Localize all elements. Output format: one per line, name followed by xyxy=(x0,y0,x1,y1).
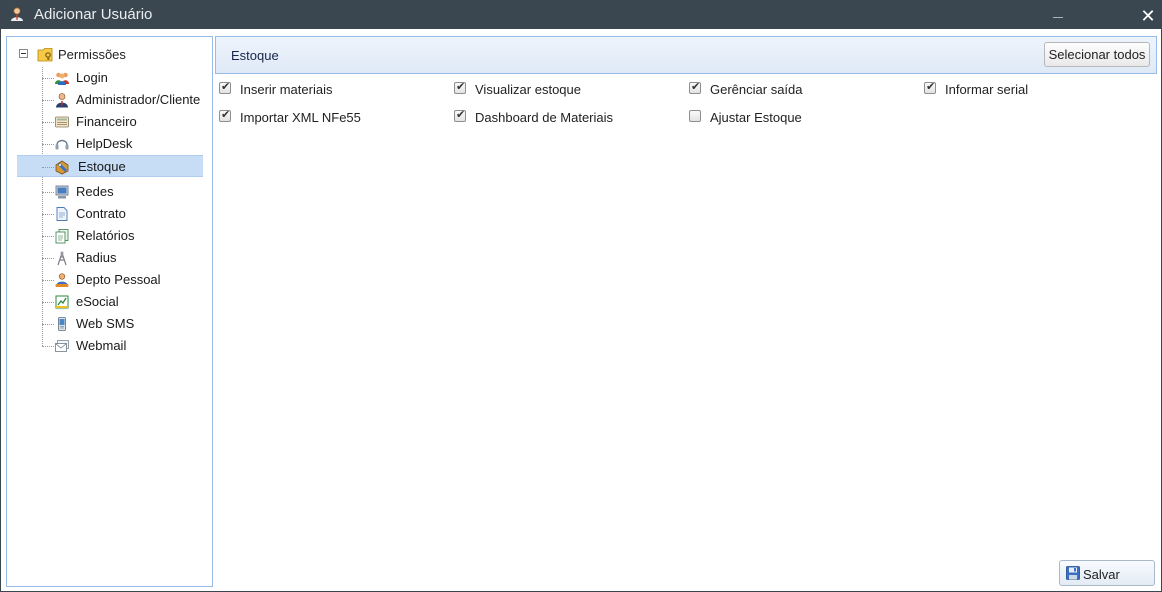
tree-item-label: Redes xyxy=(76,184,114,199)
tree-item-label: Contrato xyxy=(76,206,126,221)
floppy-disk-icon xyxy=(1066,566,1080,580)
checkbox-label: Inserir materiais xyxy=(240,82,333,97)
tree-item-webmail[interactable]: Webmail xyxy=(17,335,203,357)
select-all-button[interactable]: Selecionar todos xyxy=(1044,42,1150,67)
tree-item-esocial[interactable]: eSocial xyxy=(17,291,203,313)
tree-item-web-sms[interactable]: Web SMS xyxy=(17,313,203,335)
checkbox[interactable] xyxy=(219,80,231,94)
person-badge-icon xyxy=(55,273,69,287)
checkbox[interactable] xyxy=(454,80,466,94)
checkbox[interactable] xyxy=(689,110,701,122)
document-icon xyxy=(56,207,68,221)
add-user-dialog: Adicionar Usuário ✕ Permissões Login Adm… xyxy=(0,0,1162,592)
esocial-icon xyxy=(55,295,69,309)
tree-item-financeiro[interactable]: Financeiro xyxy=(17,111,203,133)
permissions-panel-header: Estoque Selecionar todos xyxy=(215,36,1157,74)
tree-item-label: Administrador/Cliente xyxy=(76,92,201,107)
checkbox[interactable] xyxy=(219,108,231,122)
tree-item-estoque[interactable]: Estoque xyxy=(17,155,203,177)
user-icon xyxy=(11,7,23,21)
panel-title: Estoque xyxy=(231,48,279,63)
antenna-icon xyxy=(57,251,67,266)
tree-item-redes[interactable]: Redes xyxy=(17,181,203,203)
tree-item-label: HelpDesk xyxy=(76,136,133,151)
tree-item-label: Estoque xyxy=(78,159,126,174)
tree-item-login[interactable]: Login xyxy=(17,67,203,89)
save-button[interactable]: Salvar xyxy=(1059,560,1155,586)
calculator-icon xyxy=(55,116,69,128)
checkbox-label: Gerênciar saída xyxy=(710,82,803,97)
tree-item-relatorios[interactable]: Relatórios xyxy=(17,225,203,247)
save-button-label: Salvar xyxy=(1083,567,1120,582)
checkbox-label: Dashboard de Materiais xyxy=(475,110,614,125)
title-bar[interactable]: Adicionar Usuário ✕ xyxy=(1,1,1161,29)
tree-item-label: eSocial xyxy=(76,294,119,309)
checkbox-label: Visualizar estoque xyxy=(475,82,581,97)
reports-icon xyxy=(55,229,69,244)
checkbox[interactable] xyxy=(924,80,936,94)
tree-root-label: Permissões xyxy=(58,47,126,62)
permissions-row: Importar XML NFe55 Dashboard de Materiai… xyxy=(217,108,1157,128)
tree-item-label: Depto Pessoal xyxy=(76,272,161,287)
admin-user-icon xyxy=(56,93,68,108)
checkbox-label: Importar XML NFe55 xyxy=(240,110,361,125)
tree-item-contrato[interactable]: Contrato xyxy=(17,203,203,225)
tree-item-label: Webmail xyxy=(76,338,127,353)
users-group-icon xyxy=(55,72,69,85)
minimize-button[interactable] xyxy=(1047,5,1069,25)
tag-box-icon xyxy=(55,160,69,175)
checkbox-label: Ajustar Estoque xyxy=(710,110,802,125)
phone-icon xyxy=(58,317,66,331)
folder-key-icon xyxy=(37,48,53,62)
tree-item-depto-pessoal[interactable]: Depto Pessoal xyxy=(17,269,203,291)
permissions-row: Inserir materiais Visualizar estoque Ger… xyxy=(217,80,1157,100)
checkbox[interactable] xyxy=(689,80,701,94)
headset-icon xyxy=(55,139,69,150)
close-button[interactable]: ✕ xyxy=(1137,5,1159,27)
tree-item-label: Web SMS xyxy=(76,316,135,331)
tree-item-label: Financeiro xyxy=(76,114,137,129)
computer-icon xyxy=(55,185,69,199)
tree-item-helpdesk[interactable]: HelpDesk xyxy=(17,133,203,155)
tree-item-label: Login xyxy=(76,70,108,85)
tree-item-label: Relatórios xyxy=(76,228,135,243)
checkbox-label: Informar serial xyxy=(945,82,1029,97)
mail-icon xyxy=(55,340,69,352)
tree-item-radius[interactable]: Radius xyxy=(17,247,203,269)
checkbox[interactable] xyxy=(454,108,466,122)
permissions-tree: Permissões Login Administrador/Cliente F… xyxy=(6,36,213,587)
window-title: Adicionar Usuário xyxy=(34,6,153,23)
tree-item-label: Radius xyxy=(76,250,117,265)
tree-item-administrador-cliente[interactable]: Administrador/Cliente xyxy=(17,89,203,111)
collapse-toggle[interactable] xyxy=(19,49,28,58)
